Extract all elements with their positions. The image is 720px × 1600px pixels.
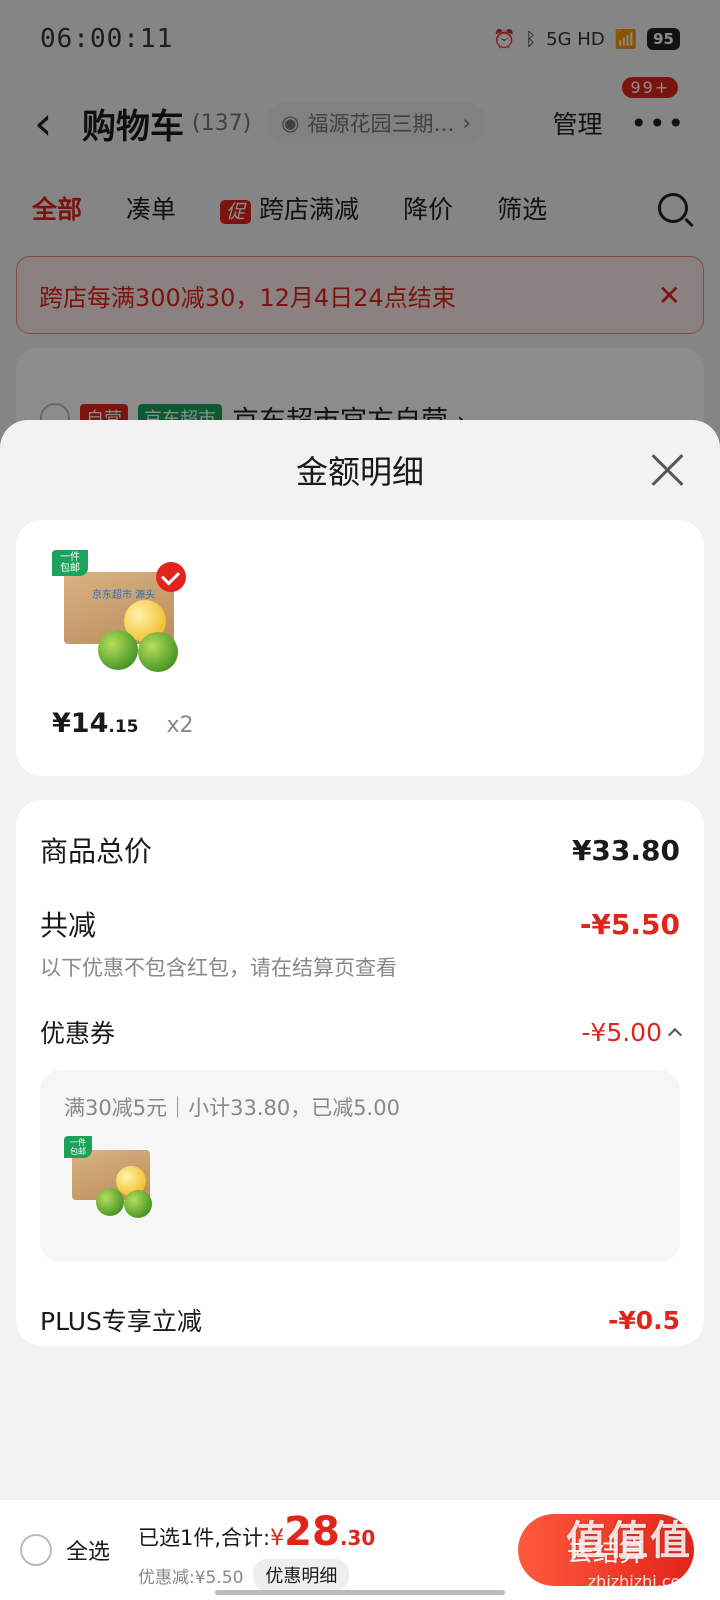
selected-check-icon bbox=[156, 562, 186, 592]
total-decimal: .30 bbox=[339, 1526, 376, 1550]
coupon-value: -¥5.00 bbox=[581, 1017, 662, 1047]
price-integer: ¥14 bbox=[52, 708, 109, 739]
product-quantity: x2 bbox=[166, 713, 194, 738]
order-summary: 已选1件,合计: ¥ 28 .30 优惠减:¥5.50 优惠明细 bbox=[138, 1509, 375, 1591]
price-decimal: .15 bbox=[108, 717, 139, 737]
home-indicator[interactable] bbox=[215, 1590, 505, 1595]
total-currency: ¥ bbox=[270, 1526, 285, 1551]
product-price: ¥14.15 bbox=[52, 708, 139, 739]
amount-detail-sheet: 金额明细 京东超市 源头 一件包邮 ¥14.15 x2 商品总价 ¥33.80 … bbox=[0, 420, 720, 1600]
discount-summary: 优惠减:¥5.50 bbox=[138, 1567, 244, 1588]
price-breakdown-card: 商品总价 ¥33.80 共减 -¥5.50 以下优惠不包含红包，请在结算页查看 … bbox=[16, 800, 704, 1346]
select-all-toggle[interactable]: 全选 bbox=[20, 1534, 110, 1566]
watermark-url: zhizhizhi.com bbox=[587, 1572, 696, 1591]
free-shipping-tag: 一件包邮 bbox=[52, 550, 88, 576]
coupon-label: 优惠券 bbox=[40, 1019, 116, 1048]
total-reduce-value: -¥5.50 bbox=[579, 907, 680, 941]
discount-detail-button[interactable]: 优惠明细 bbox=[253, 1559, 350, 1591]
product-card: 京东超市 源头 一件包邮 ¥14.15 x2 bbox=[16, 520, 704, 776]
chevron-up-icon[interactable] bbox=[667, 1027, 683, 1043]
reduce-note: 以下优惠不包含红包，请在结算页查看 bbox=[40, 956, 397, 980]
green-fruit bbox=[124, 1190, 152, 1218]
coupon-detail-text: 满30减5元｜小计33.80，已减5.00 bbox=[64, 1096, 400, 1120]
total-price-value: ¥33.80 bbox=[571, 833, 680, 867]
green-fruit bbox=[138, 632, 178, 672]
select-all-radio[interactable] bbox=[20, 1534, 52, 1566]
total-price-label: 商品总价 bbox=[40, 835, 153, 868]
product-image: 京东超市 源头 一件包邮 bbox=[52, 550, 192, 680]
select-all-label: 全选 bbox=[66, 1540, 111, 1565]
coupon-row[interactable]: 优惠券 -¥5.00 bbox=[40, 1014, 683, 1050]
free-shipping-tag: 一件包邮 bbox=[64, 1136, 92, 1158]
green-fruit bbox=[96, 1188, 124, 1216]
watermark-logo: 值值值 bbox=[566, 1518, 692, 1564]
coupon-detail-box: 满30减5元｜小计33.80，已减5.00 一件包邮 bbox=[40, 1070, 680, 1262]
sheet-header: 金额明细 bbox=[0, 420, 720, 520]
close-icon[interactable] bbox=[650, 452, 686, 488]
sheet-title: 金额明细 bbox=[295, 453, 424, 491]
green-fruit bbox=[98, 630, 138, 670]
plus-discount-label: PLUS专享立减 bbox=[40, 1307, 202, 1336]
selected-summary-label: 已选1件,合计: bbox=[138, 1526, 271, 1550]
plus-discount-value: -¥0.5 bbox=[607, 1305, 680, 1335]
coupon-product-thumbnail: 一件包邮 bbox=[64, 1136, 160, 1226]
total-reduce-label: 共减 bbox=[40, 909, 97, 942]
total-integer: 28 bbox=[284, 1509, 340, 1555]
box-label: 京东超市 源头 bbox=[92, 590, 156, 601]
